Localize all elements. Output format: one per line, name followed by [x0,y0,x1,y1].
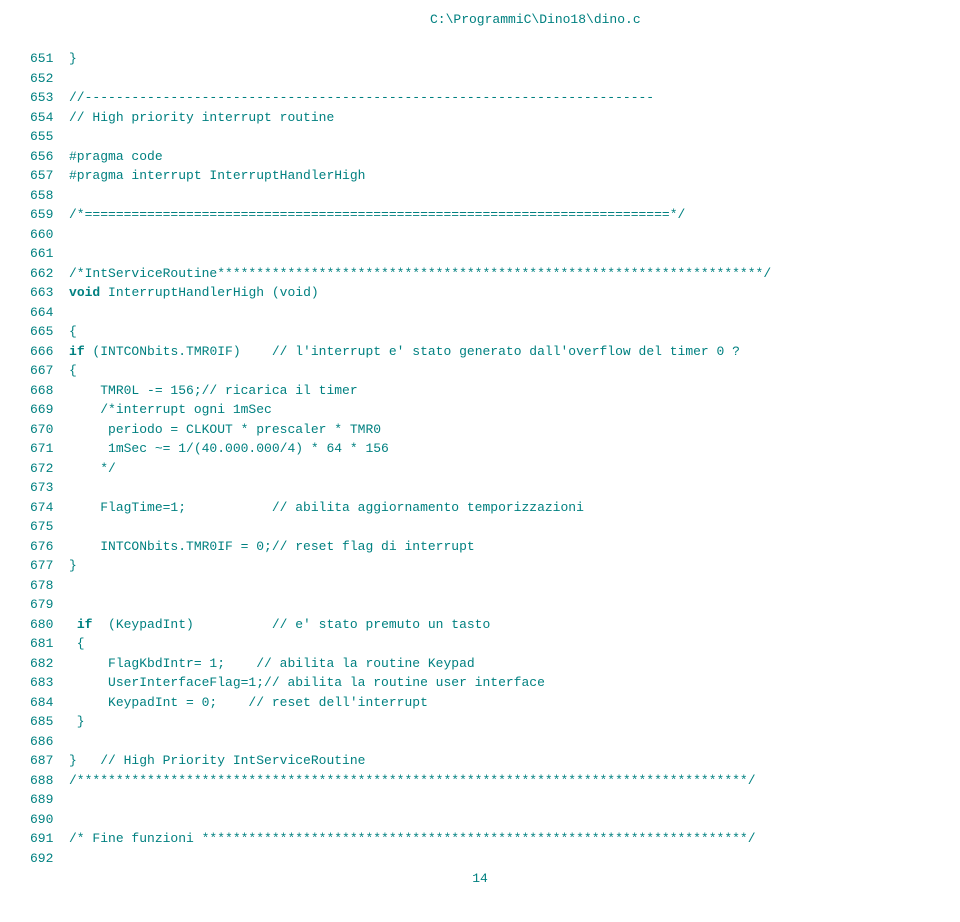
page-number: 14 [0,869,960,889]
file-path-header: C:\ProgrammiC\Dino18\dino.c [430,10,930,30]
page: C:\ProgrammiC\Dino18\dino.c 651 } 652 65… [0,0,960,908]
code-listing: 651 } 652 653 //------------------------… [30,49,930,868]
